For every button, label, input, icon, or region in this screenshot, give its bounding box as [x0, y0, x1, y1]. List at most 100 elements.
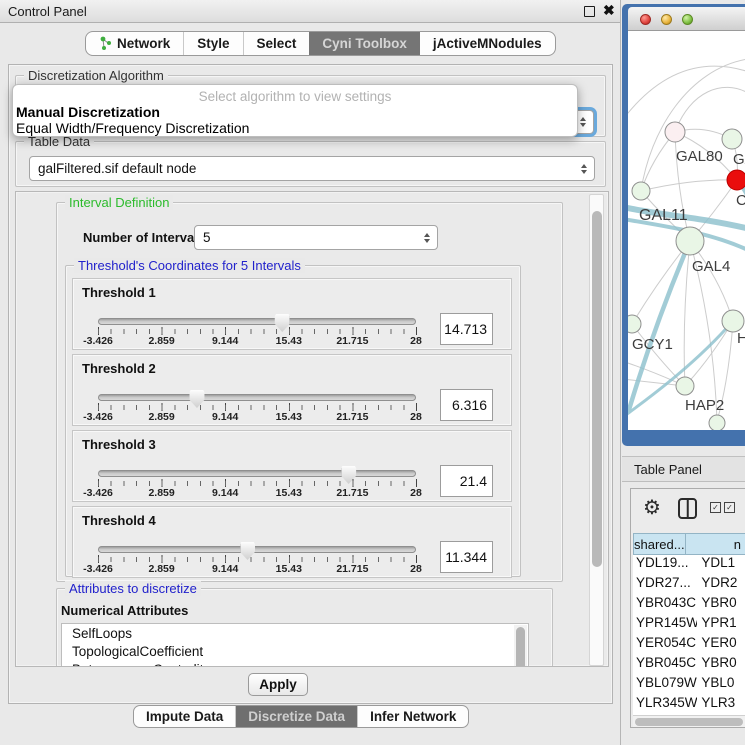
- bottom-tabbar: Impute Data Discretize Data Infer Networ…: [133, 705, 469, 728]
- cell-shared-name: YPR145W: [633, 615, 697, 635]
- cell-name: YLR3: [697, 695, 745, 715]
- tick-label: 21.715: [336, 335, 368, 347]
- threshold-label: Threshold 4: [82, 513, 156, 528]
- settings-scroll-panel: Interval Definition Number of Intervals …: [15, 191, 609, 667]
- vertical-scrollbar[interactable]: [589, 194, 604, 666]
- top-tabbar: Network Style Select Cyni Toolbox jActiv…: [85, 31, 556, 56]
- tab-network[interactable]: Network: [86, 32, 183, 55]
- float-window-icon[interactable]: [584, 6, 595, 17]
- tick-label: 2.859: [148, 487, 174, 499]
- mac-zoom-button[interactable]: [682, 14, 693, 25]
- tick-label: -3.426: [83, 411, 113, 423]
- table-toolbar: ⚙ ✓ ✓: [631, 489, 745, 531]
- attributes-groupbox: Attributes to discretize Numerical Attri…: [56, 588, 553, 667]
- gear-icon[interactable]: ⚙: [643, 495, 661, 520]
- horizontal-scrollbar-thumb[interactable]: [635, 718, 743, 726]
- checkbox-icon[interactable]: ✓: [724, 502, 735, 513]
- tick-label: -3.426: [83, 335, 113, 347]
- combo-arrows-icon: [580, 117, 586, 127]
- node-gcy1[interactable]: [628, 315, 641, 333]
- tab-style[interactable]: Style: [183, 32, 242, 55]
- tick-label: -3.426: [83, 487, 113, 499]
- threshold-value-field[interactable]: 6.316: [440, 389, 493, 421]
- vertical-scrollbar-thumb[interactable]: [592, 211, 602, 567]
- tab-select[interactable]: Select: [243, 32, 310, 55]
- node-bottom[interactable]: [709, 415, 725, 430]
- number-of-intervals-combobox[interactable]: 5: [194, 225, 438, 250]
- node-label: H: [737, 330, 745, 347]
- threshold-slider-track[interactable]: [98, 394, 416, 401]
- tick-label: 2.859: [148, 411, 174, 423]
- list-item[interactable]: SelfLoops: [62, 624, 528, 642]
- threshold-value-field[interactable]: 11.344: [440, 541, 493, 573]
- apply-button[interactable]: Apply: [248, 673, 308, 696]
- tab-infer-network[interactable]: Infer Network: [357, 706, 468, 727]
- table-row[interactable]: YER054CYER0: [633, 635, 745, 655]
- combo-arrows-icon: [581, 164, 587, 174]
- node-label: GAL4: [692, 258, 730, 275]
- node-label: C: [736, 192, 745, 209]
- tab-discretize-data[interactable]: Discretize Data: [235, 706, 357, 727]
- node-label: GA: [733, 151, 745, 168]
- tab-label: Select: [257, 36, 297, 51]
- horizontal-scrollbar[interactable]: [633, 715, 745, 727]
- network-view-window: GAL80 GA C GAL11 GAL4 GCY1 H HAP2: [622, 4, 745, 446]
- node-hap2[interactable]: [676, 377, 694, 395]
- tick-label: -3.426: [83, 563, 113, 575]
- list-item[interactable]: TopologicalCoefficient: [62, 642, 528, 660]
- node-gal4[interactable]: [676, 227, 704, 255]
- table-row[interactable]: YBR045CYBR0: [633, 655, 745, 675]
- slider-minor-ticks: [98, 557, 416, 562]
- mac-minimize-button[interactable]: [661, 14, 672, 25]
- cell-name: YER0: [697, 635, 745, 655]
- table-row[interactable]: YBR043CYBR0: [633, 595, 745, 615]
- node-red-selected[interactable]: [727, 170, 745, 190]
- checkbox-icon[interactable]: ✓: [710, 502, 721, 513]
- node-h[interactable]: [722, 310, 744, 332]
- tab-jactivemnodules[interactable]: jActiveMNodules: [420, 32, 555, 55]
- tick-label: 21.715: [336, 563, 368, 575]
- table-row[interactable]: YDL19...YDL1: [633, 555, 745, 575]
- cell-name: YDR2: [697, 575, 745, 595]
- node-ga[interactable]: [722, 129, 742, 149]
- threshold-slider-track[interactable]: [98, 318, 416, 325]
- mac-close-button[interactable]: [640, 14, 651, 25]
- number-of-intervals-value: 5: [203, 230, 211, 245]
- threshold-value-field[interactable]: 14.713: [440, 313, 493, 345]
- table-panel-window: ⚙ ✓ ✓ shared... n YDL19...YDL1YDR27...YD…: [630, 488, 745, 728]
- cyni-content-frame: Discretization Algorithm Table Data galF…: [8, 64, 613, 704]
- numerical-attributes-label: Numerical Attributes: [61, 603, 188, 618]
- node-gal80[interactable]: [665, 122, 685, 142]
- list-item[interactable]: BetweennessCentrality: [62, 660, 528, 667]
- table-data-combobox[interactable]: galFiltered.sif default node: [29, 156, 595, 181]
- column-header-shared-name[interactable]: shared...: [633, 533, 686, 555]
- list-scrollbar-thumb[interactable]: [516, 627, 525, 667]
- columns-icon[interactable]: [678, 498, 697, 519]
- cell-shared-name: YBR045C: [633, 655, 697, 675]
- table-row[interactable]: YDR27...YDR2: [633, 575, 745, 595]
- table-row[interactable]: YLR345WYLR3: [633, 695, 745, 715]
- option-equal-width-frequency[interactable]: Equal Width/Frequency Discretization: [16, 120, 249, 136]
- column-header-name[interactable]: n: [686, 533, 745, 555]
- control-panel: Control Panel ✖ Network Style Select Cyn…: [0, 0, 621, 745]
- threshold-slider-track[interactable]: [98, 546, 416, 553]
- table-row[interactable]: YPR145WYPR1: [633, 615, 745, 635]
- tick-label: 15.43: [276, 335, 302, 347]
- cell-name: YPR1: [697, 615, 745, 635]
- tick-label: 15.43: [276, 487, 302, 499]
- tick-label: 28: [410, 411, 422, 423]
- tab-cyni-toolbox[interactable]: Cyni Toolbox: [309, 32, 420, 55]
- table-row[interactable]: YBL079WYBL0: [633, 675, 745, 695]
- threshold-panel-4: Threshold 4-3.4262.8599.14415.4321.71528…: [72, 506, 512, 578]
- network-canvas[interactable]: GAL80 GA C GAL11 GAL4 GCY1 H HAP2: [628, 31, 745, 430]
- node-gal11[interactable]: [632, 182, 650, 200]
- threshold-value-field[interactable]: 21.4: [440, 465, 493, 497]
- option-manual-discretization[interactable]: Manual Discretization: [16, 104, 160, 120]
- close-icon[interactable]: ✖: [603, 2, 615, 19]
- tick-label: 9.144: [212, 563, 238, 575]
- tick-label: 21.715: [336, 411, 368, 423]
- tab-impute-data[interactable]: Impute Data: [134, 706, 235, 727]
- list-scrollbar[interactable]: [514, 625, 527, 667]
- threshold-slider-track[interactable]: [98, 470, 416, 477]
- tick-label: 15.43: [276, 411, 302, 423]
